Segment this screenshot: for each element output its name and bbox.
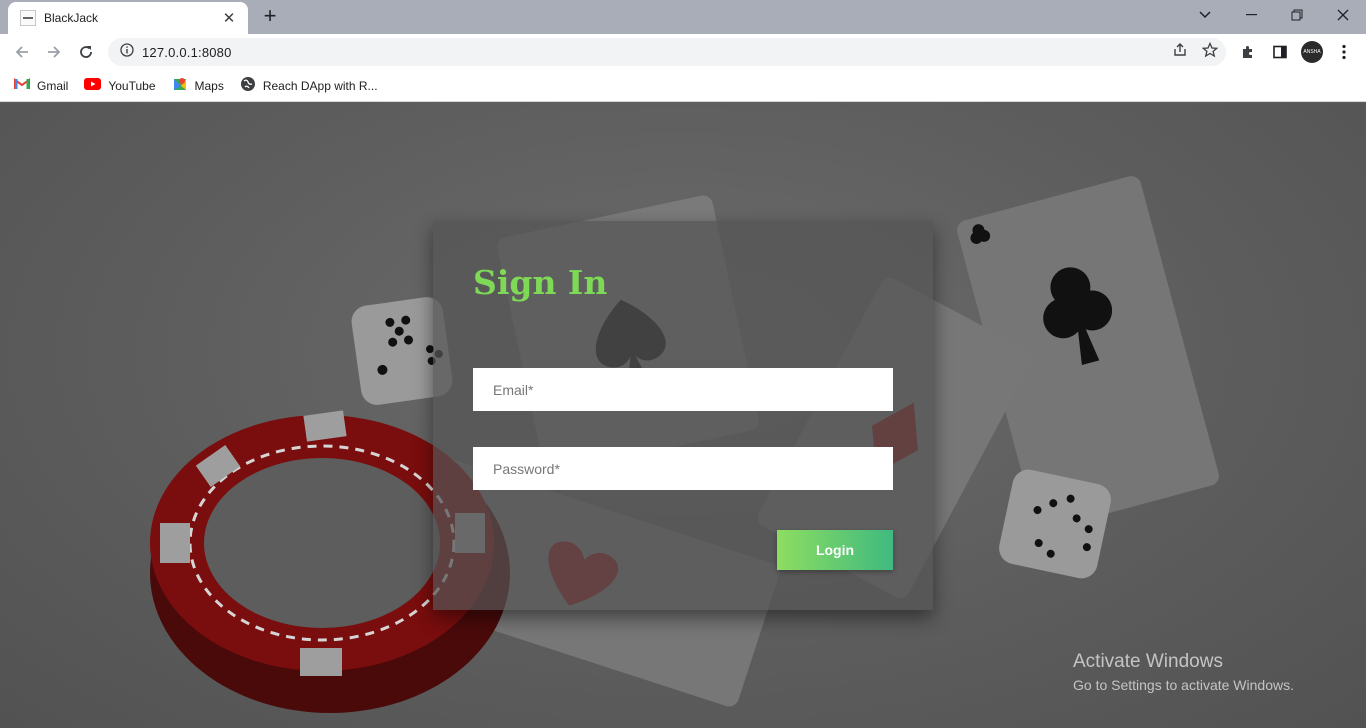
bookmark-gmail[interactable]: Gmail	[14, 78, 68, 93]
signin-panel: Sign In Login	[433, 221, 933, 610]
password-field[interactable]	[473, 447, 893, 490]
bookmarks-bar: Gmail YouTube Maps Reach DApp with R...	[0, 70, 1366, 102]
login-button[interactable]: Login	[777, 530, 893, 570]
bookmark-maps[interactable]: Maps	[172, 76, 224, 95]
bookmark-star-icon[interactable]	[1201, 41, 1219, 63]
new-tab-button[interactable]: +	[258, 4, 282, 30]
url-text: 127.0.0.1:8080	[142, 44, 232, 60]
extensions-icon[interactable]	[1236, 40, 1260, 64]
tab-search-chevron-icon[interactable]	[1182, 0, 1228, 30]
bookmark-reach-dapp[interactable]: Reach DApp with R...	[240, 76, 378, 95]
minimize-button[interactable]	[1228, 0, 1274, 30]
close-tab-icon[interactable]: ✕	[220, 9, 238, 27]
globe-icon	[240, 76, 256, 95]
signin-title: Sign In	[473, 263, 608, 302]
profile-avatar[interactable]: ANSHA	[1300, 40, 1324, 64]
youtube-icon	[84, 78, 102, 93]
side-panel-icon[interactable]	[1268, 40, 1292, 64]
bookmark-label: Reach DApp with R...	[262, 78, 378, 93]
tab-blackjack[interactable]: BlackJack ✕	[8, 2, 248, 34]
bookmark-label: YouTube	[108, 78, 156, 93]
close-window-button[interactable]	[1320, 0, 1366, 30]
tab-strip: BlackJack ✕ +	[0, 0, 1366, 34]
avatar-label: ANSHA	[1301, 41, 1323, 63]
dice-right-image	[999, 469, 1111, 579]
watermark-subtitle: Go to Settings to activate Windows.	[1073, 677, 1294, 693]
watermark-title: Activate Windows	[1073, 651, 1223, 672]
email-field[interactable]	[473, 368, 893, 411]
site-info-icon[interactable]	[120, 42, 134, 62]
restore-button[interactable]	[1274, 0, 1320, 30]
tab-title: BlackJack	[44, 11, 99, 25]
menu-kebab-icon[interactable]	[1332, 40, 1356, 64]
reload-button[interactable]	[74, 40, 98, 64]
forward-button[interactable]	[42, 40, 66, 64]
address-bar[interactable]: 127.0.0.1:8080	[108, 38, 1226, 66]
maps-icon	[172, 76, 188, 95]
activate-windows-watermark: Activate Windows Go to Settings to activ…	[1073, 651, 1294, 693]
share-icon[interactable]	[1172, 42, 1188, 63]
page-viewport: Sign In Login Activate Windows Go to Set…	[0, 103, 1366, 728]
back-button[interactable]	[10, 40, 34, 64]
site-favicon-icon	[20, 10, 36, 26]
gmail-icon	[14, 78, 30, 93]
bookmark-label: Maps	[194, 78, 224, 93]
bookmark-youtube[interactable]: YouTube	[84, 78, 156, 93]
bookmark-label: Gmail	[37, 78, 69, 93]
browser-toolbar: 127.0.0.1:8080 ANSHA	[0, 34, 1366, 70]
